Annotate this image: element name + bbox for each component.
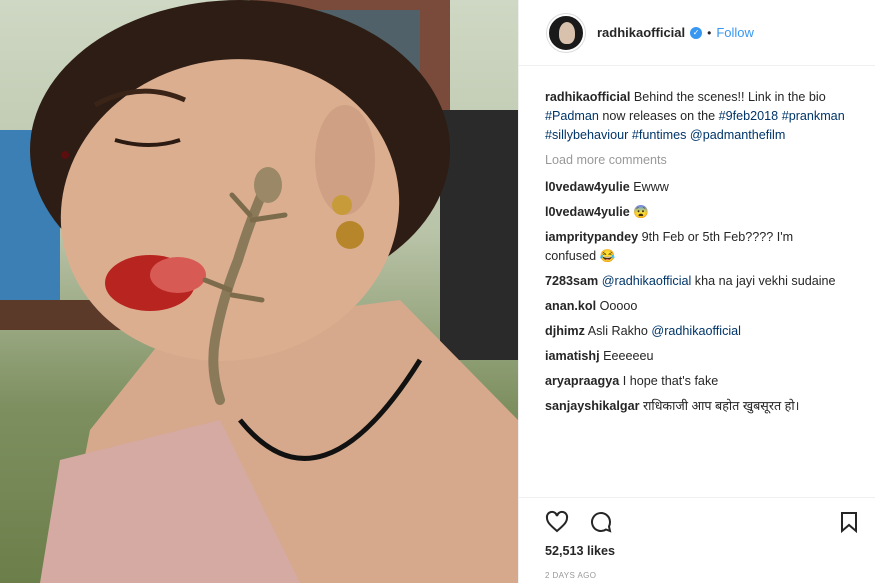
comment-mention[interactable]: @radhikaofficial bbox=[651, 324, 741, 338]
comment-item: 7283sam @radhikaofficial kha na jayi vek… bbox=[545, 272, 845, 291]
photo-bindi bbox=[61, 151, 69, 159]
photo-earring-drop bbox=[336, 221, 364, 249]
comment-item: aryapraagya I hope that's fake bbox=[545, 372, 845, 391]
comment-username[interactable]: anan.kol bbox=[545, 299, 596, 313]
post-sidebar: radhikaofficial ✓ • Follow radhikaoffici… bbox=[518, 0, 875, 583]
header-username[interactable]: radhikaofficial bbox=[597, 25, 685, 40]
load-more-comments-button[interactable]: Load more comments bbox=[545, 151, 845, 170]
follow-button[interactable]: Follow bbox=[716, 25, 754, 40]
comment-text: Ewww bbox=[633, 180, 669, 194]
photo-tongue bbox=[150, 257, 206, 293]
header-separator: • bbox=[707, 25, 712, 40]
post-header: radhikaofficial ✓ • Follow bbox=[519, 0, 875, 66]
mention-padmanthefilm[interactable]: @padmanthefilm bbox=[690, 128, 785, 142]
heart-icon[interactable] bbox=[545, 510, 569, 534]
comment-text: Eeeeeeu bbox=[603, 349, 654, 363]
comment-item: djhimz Asli Rakho @radhikaofficial bbox=[545, 322, 845, 341]
comment-text: राधिकाजी आप बहोत खुबसूरत हो। bbox=[643, 399, 800, 413]
caption: radhikaofficial Behind the scenes!! Link… bbox=[545, 88, 845, 145]
comment-text: 😨 bbox=[633, 205, 649, 219]
comment-text: I hope that's fake bbox=[622, 374, 719, 388]
verified-badge-icon: ✓ bbox=[690, 26, 703, 39]
comment-text: kha na jayi vekhi sudaine bbox=[694, 274, 836, 288]
comment-text: Asli Rakho bbox=[587, 324, 648, 338]
hashtag-padman[interactable]: #Padman bbox=[545, 109, 599, 123]
avatar[interactable] bbox=[547, 13, 585, 52]
comment-item: iamatishj Eeeeeeu bbox=[545, 347, 845, 366]
comment-username[interactable]: aryapraagya bbox=[545, 374, 619, 388]
photo-lizard-head bbox=[254, 167, 282, 203]
likes-count[interactable]: 52,513 likes bbox=[545, 544, 615, 558]
post-actions: 52,513 likes 2 DAYS AGO bbox=[519, 497, 875, 583]
post-photo bbox=[0, 0, 518, 583]
hashtag-funtimes[interactable]: #funtimes bbox=[632, 128, 687, 142]
comment-item: iampritypandey 9th Feb or 5th Feb???? I'… bbox=[545, 228, 845, 266]
comment-username[interactable]: 7283sam bbox=[545, 274, 598, 288]
bookmark-icon[interactable] bbox=[837, 510, 861, 534]
comment-username[interactable]: djhimz bbox=[545, 324, 585, 338]
comment-item: sanjayshikalgar राधिकाजी आप बहोत खुबसूरत… bbox=[545, 397, 845, 416]
comment-username[interactable]: iampritypandey bbox=[545, 230, 638, 244]
caption-username[interactable]: radhikaofficial bbox=[545, 90, 630, 104]
comment-item: l0vedaw4yulie 😨 bbox=[545, 203, 845, 222]
caption-text-2: now releases on the bbox=[602, 109, 716, 123]
comment-username[interactable]: sanjayshikalgar bbox=[545, 399, 640, 413]
hashtag-sillybehaviour[interactable]: #sillybehaviour bbox=[545, 128, 628, 142]
photo-bg-equipment bbox=[440, 110, 518, 360]
caption-text-1: Behind the scenes!! Link in the bio bbox=[633, 90, 826, 104]
comment-username[interactable]: l0vedaw4yulie bbox=[545, 205, 630, 219]
comment-item: l0vedaw4yulie Ewww bbox=[545, 178, 845, 197]
comment-icon[interactable] bbox=[589, 510, 613, 534]
comment-username[interactable]: iamatishj bbox=[545, 349, 600, 363]
hashtag-9feb2018[interactable]: #9feb2018 bbox=[719, 109, 779, 123]
comment-username[interactable]: l0vedaw4yulie bbox=[545, 180, 630, 194]
comment-item: anan.kol Ooooo bbox=[545, 297, 845, 316]
comment-mention[interactable]: @radhikaofficial bbox=[602, 274, 692, 288]
comment-text: Ooooo bbox=[599, 299, 638, 313]
photo-earring-top bbox=[332, 195, 352, 215]
post-photo-illustration bbox=[0, 0, 518, 583]
hashtag-prankman[interactable]: #prankman bbox=[782, 109, 845, 123]
comments-list: radhikaofficial Behind the scenes!! Link… bbox=[545, 88, 845, 496]
post-date: 2 DAYS AGO bbox=[545, 571, 597, 580]
